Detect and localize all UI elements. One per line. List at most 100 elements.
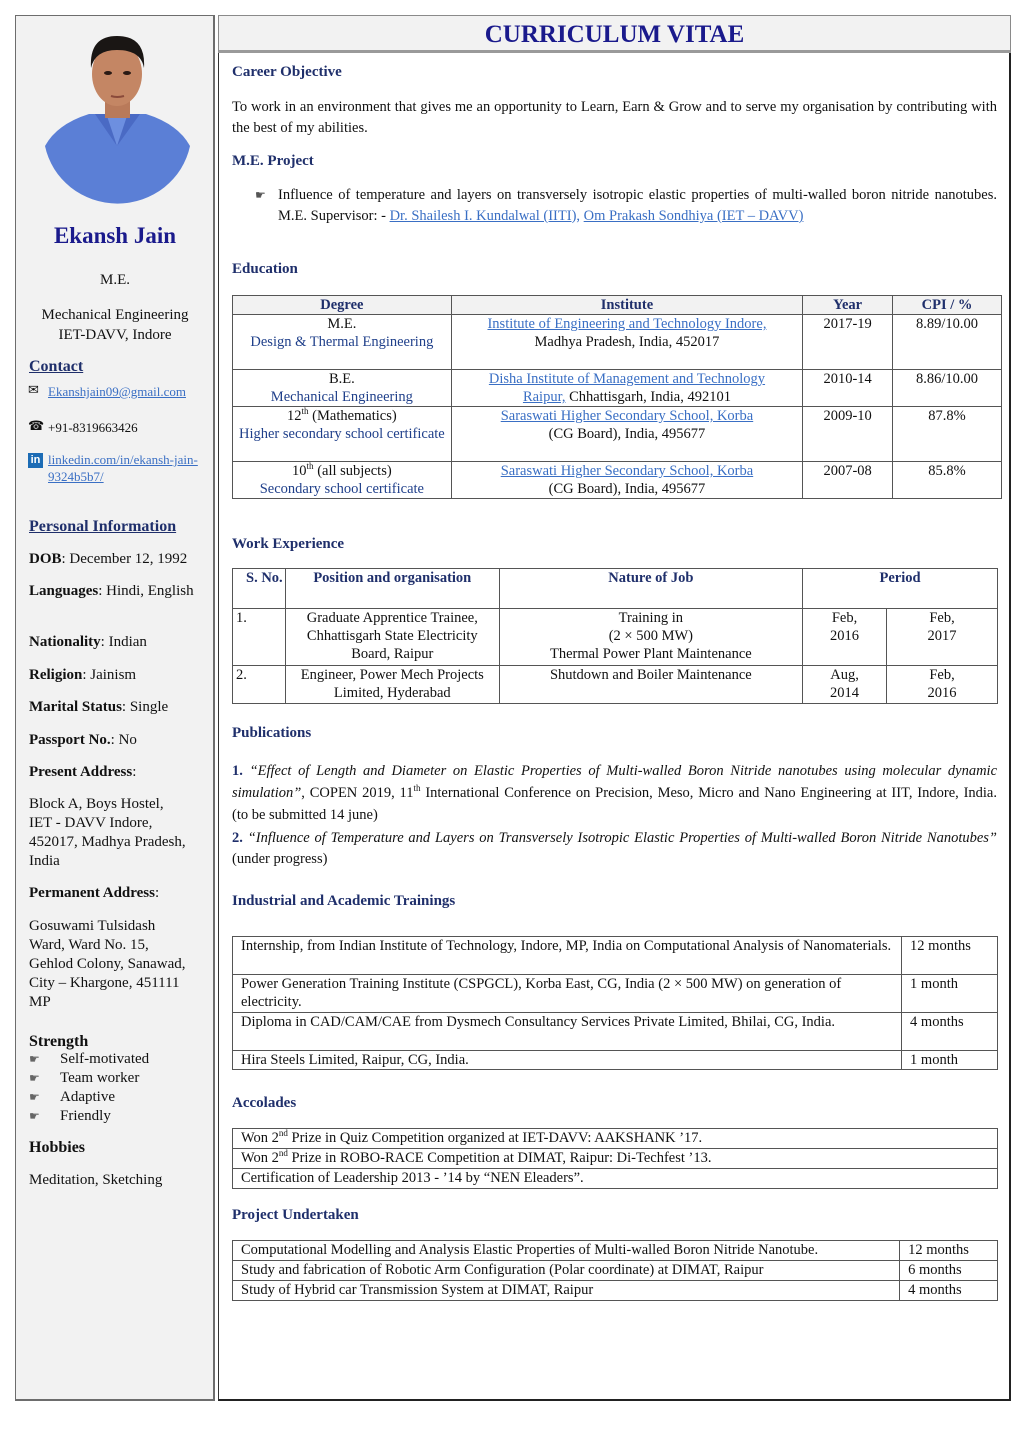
degree-cell: 10th (all subjects) Secondary school cert…	[232, 461, 452, 499]
languages-value: : Hindi, English	[98, 583, 194, 599]
project-duration: 12 months	[899, 1240, 998, 1261]
publication-sup: th	[413, 783, 421, 794]
linkedin-link[interactable]: linkedin.com/in/ekansh-jain- 9324b5b7/	[48, 451, 198, 485]
address-line: Ward, Ward No. 15,	[29, 937, 149, 953]
supervisor-2-link[interactable]: Om Prakash Sondhiya (IET – DAVV)	[584, 208, 804, 224]
accolades-table: Won 2nd Prize in Quiz Competition organi…	[232, 1128, 998, 1189]
institute-cell: Institute of Engineering and Technology …	[450, 314, 804, 370]
degree-tail: (all subjects)	[313, 463, 392, 479]
work-experience-table: S. No. Position and organisation Nature …	[232, 568, 998, 704]
table-row: M.E. Design & Thermal Engineering Institu…	[232, 314, 1002, 370]
publication-item: 2. “Influence of Temperature and Layers …	[232, 828, 997, 870]
marital-value: : Single	[121, 699, 169, 715]
contact-heading: Contact	[29, 358, 84, 375]
institute-city-link[interactable]: Raipur,	[523, 389, 566, 405]
career-objective-heading: Career Objective	[232, 64, 342, 80]
year-cell: 2009-10	[802, 406, 894, 462]
training-text: Hira Steels Limited, Raipur, CG, India.	[231, 1050, 903, 1070]
period-from-cell: Feb, 2016	[802, 608, 888, 666]
me-project-description: Influence of temperature and layers on t…	[278, 185, 997, 227]
institute-link[interactable]: Saraswati Higher Secondary School, Korba	[501, 408, 753, 424]
degree-sup: th	[306, 461, 314, 472]
project-duration: 6 months	[899, 1260, 998, 1281]
religion-value: : Jainism	[82, 667, 137, 683]
table-row: Certification of Leadership 2013 - ’14 b…	[232, 1168, 998, 1189]
institute-link[interactable]: Disha Institute of Management and Techno…	[489, 371, 765, 387]
table-row: Power Generation Training Institute (CSP…	[231, 974, 998, 1013]
score-cell: 8.89/10.00	[892, 314, 1002, 370]
year-cell: 2007-08	[802, 461, 894, 499]
degree-num: 12	[287, 408, 302, 424]
strength-heading: Strength	[29, 1033, 89, 1050]
training-duration: 1 month	[901, 1050, 998, 1070]
phone-row: ☎ +91-8319663426	[28, 418, 138, 437]
institute-link[interactable]: Saraswati Higher Secondary School, Korba	[501, 463, 753, 479]
col-header: Institute	[450, 295, 804, 315]
accolade-sup: nd	[278, 1148, 288, 1159]
dob-value: : December 12, 1992	[61, 551, 188, 567]
address-line: Gehlod Colony, Sanawad,	[29, 956, 186, 972]
me-project-heading: M.E. Project	[232, 153, 314, 169]
score-cell: 87.8%	[892, 406, 1002, 462]
pointing-hand-icon: ☛	[29, 1109, 40, 1123]
marital-label: Marital Status	[29, 699, 122, 715]
address-line: City – Khargone, 451111	[29, 975, 180, 991]
present-address-label-text: Present Address	[29, 764, 133, 780]
nature-line: Shutdown and Boiler Maintenance	[549, 667, 752, 683]
institute-cell: Saraswati Higher Secondary School, Korba…	[450, 406, 804, 462]
dob-field: DOB: December 12, 1992	[29, 550, 209, 569]
projects-table: Computational Modelling and Analysis Ela…	[231, 1240, 998, 1301]
accolade-part: Won 2	[241, 1130, 279, 1146]
address-line: IET - DAVV Indore,	[29, 815, 153, 831]
permanent-address: Gosuwami Tulsidash Ward, Ward No. 15, Ge…	[29, 917, 209, 1012]
trainings-heading: Industrial and Academic Trainings	[232, 893, 456, 909]
project-text: Computational Modelling and Analysis Ela…	[231, 1240, 901, 1261]
table-row: Internship, from Indian Institute of Tec…	[231, 936, 998, 975]
year-cell: 2017-19	[802, 314, 894, 370]
department-line-1: Mechanical Engineering	[41, 307, 189, 323]
degree-tail: (Mathematics)	[308, 408, 397, 424]
email-link[interactable]: Ekanshjain09@gmail.com	[48, 382, 186, 401]
religion-field: Religion: Jainism	[29, 666, 209, 685]
institute-location: (CG Board), India, 495677	[548, 481, 706, 497]
accolade-text: Won 2nd Prize in Quiz Competition organi…	[232, 1128, 998, 1149]
nationality-label: Nationality	[29, 634, 101, 650]
institute-location: (CG Board), India, 495677	[548, 426, 706, 442]
degree-label: M.E.	[100, 272, 130, 288]
supervisor-1-link[interactable]: Dr. Shailesh I. Kundalwal (IITI),	[390, 208, 580, 224]
strength-list: ☛ Self-motivated ☛ Team worker ☛ Adaptive ☛…	[29, 1050, 149, 1126]
nature-cell: Shutdown and Boiler Maintenance	[498, 665, 804, 704]
degree: 12th (Mathematics)	[233, 407, 451, 425]
strength-text: Team worker	[60, 1070, 140, 1086]
degree-cell: M.E. Design & Thermal Engineering	[232, 314, 452, 370]
accolades-heading: Accolades	[232, 1095, 297, 1111]
publication-item: 1. “Effect of Length and Diameter on Ela…	[232, 760, 997, 826]
training-text: Internship, from Indian Institute of Tec…	[231, 936, 903, 975]
degree-subject: Secondary school certificate	[259, 481, 424, 497]
education-heading: Education	[232, 261, 298, 277]
candidate-name: Ekansh Jain	[53, 223, 177, 248]
accolade-text: Won 2nd Prize in ROBO-RACE Competition a…	[232, 1148, 998, 1169]
table-row: 12th (Mathematics) Higher secondary schoo…	[232, 406, 1002, 462]
hobbies-heading: Hobbies	[29, 1139, 86, 1156]
table-row: Computational Modelling and Analysis Ela…	[231, 1240, 998, 1261]
publications-heading: Publications	[232, 725, 312, 741]
degree-num: 10	[292, 463, 307, 479]
passport-field: Passport No.: No	[29, 731, 209, 750]
col-header: Period	[802, 568, 998, 609]
institute-link[interactable]: Institute of Engineering and Technology …	[487, 316, 766, 332]
present-address: Block A, Boys Hostel, IET - DAVV Indore,…	[29, 795, 209, 871]
nature-line: Training in	[618, 610, 683, 626]
project-text: Study and fabrication of Robotic Arm Con…	[231, 1260, 901, 1281]
degree-subject: Mechanical Engineering	[270, 389, 413, 405]
religion-label: Religion	[29, 667, 83, 683]
address-line: Gosuwami Tulsidash	[29, 918, 156, 934]
main-content: CURRICULUM VITAE Career Objective To wor…	[218, 15, 1011, 1401]
degree-cell: B.E. Mechanical Engineering	[232, 369, 452, 407]
table-header-row: Degree Institute Year CPI / %	[232, 295, 1002, 315]
profile-photo	[45, 28, 190, 210]
permanent-address-label-text: Permanent Address	[29, 885, 155, 901]
pointing-hand-icon: ☛	[29, 1071, 40, 1085]
linkedin-row: in linkedin.com/in/ekansh-jain- 9324b5b7…	[28, 451, 198, 485]
position-cell: Graduate Apprentice Trainee, Chhattisgar…	[284, 608, 500, 666]
